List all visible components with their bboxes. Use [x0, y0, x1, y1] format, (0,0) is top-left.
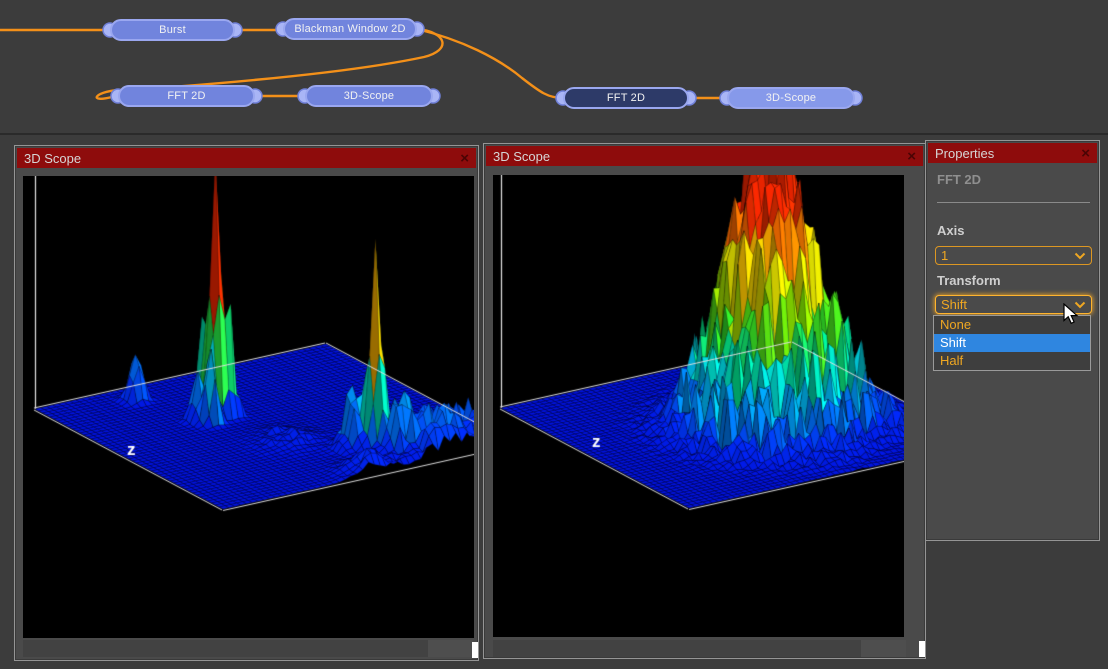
window-title: 3D Scope	[493, 149, 550, 164]
node-label: 3D-Scope	[766, 92, 817, 104]
graph-node-1[interactable]: Blackman Window 2D	[283, 18, 417, 40]
transform-select[interactable]: Shift	[935, 295, 1092, 314]
close-icon[interactable]: ×	[907, 149, 916, 164]
scrollbar-thumb[interactable]	[428, 640, 473, 657]
node-label: Burst	[159, 24, 186, 36]
window-titlebar[interactable]: 3D Scope ×	[486, 146, 923, 166]
node-label: 3D-Scope	[344, 90, 395, 102]
dropdown-option-shift[interactable]: Shift	[934, 334, 1090, 352]
resize-grip[interactable]	[472, 642, 478, 658]
plot-area-2	[493, 175, 904, 637]
properties-panel: Properties × FFT 2D Axis 1 Transform Shi…	[925, 140, 1100, 541]
dropdown-option-half[interactable]: Half	[934, 352, 1090, 370]
surface-plot-1[interactable]	[23, 176, 474, 638]
window-title: Properties	[935, 146, 994, 161]
scrollbar-track[interactable]	[493, 640, 861, 657]
graph-node-4[interactable]: FFT 2D	[563, 87, 689, 109]
window-titlebar[interactable]: Properties ×	[928, 143, 1097, 163]
scrollbar-thumb[interactable]	[861, 640, 906, 657]
surface-plot-2[interactable]	[493, 175, 904, 637]
scope-window-1: 3D Scope ×	[14, 145, 479, 661]
node-label: FFT 2D	[607, 92, 645, 104]
node-label: Blackman Window 2D	[294, 23, 405, 35]
window-titlebar[interactable]: 3D Scope ×	[17, 148, 476, 168]
node-label: FFT 2D	[167, 90, 205, 102]
axis-label: Axis	[937, 223, 964, 238]
graph-node-2[interactable]: FFT 2D	[118, 85, 255, 107]
chevron-down-icon	[1074, 301, 1086, 309]
node-editor: Burst Blackman Window 2D FFT 2D 3D-Scope FFT…	[0, 0, 1108, 135]
window-title: 3D Scope	[24, 151, 81, 166]
scope-window-2: 3D Scope ×	[483, 143, 926, 659]
close-icon[interactable]: ×	[1081, 146, 1090, 161]
wire[interactable]	[417, 29, 563, 98]
chevron-down-icon	[1074, 252, 1086, 260]
dropdown-option-none[interactable]: None	[934, 316, 1090, 334]
transform-dropdown-list: NoneShiftHalf	[933, 315, 1091, 371]
graph-node-5[interactable]: 3D-Scope	[727, 87, 855, 109]
close-icon[interactable]: ×	[460, 151, 469, 166]
scrollbar-track[interactable]	[23, 640, 428, 657]
selected-node-name: FFT 2D	[937, 172, 981, 187]
resize-grip[interactable]	[919, 641, 925, 657]
axis-select[interactable]: 1	[935, 246, 1092, 265]
plot-area-1	[23, 176, 474, 638]
transform-select-value: Shift	[941, 297, 967, 312]
graph-node-3[interactable]: 3D-Scope	[305, 85, 433, 107]
transform-label: Transform	[937, 273, 1001, 288]
graph-node-0[interactable]: Burst	[110, 19, 235, 41]
axis-select-value: 1	[941, 248, 948, 263]
divider	[937, 202, 1090, 203]
